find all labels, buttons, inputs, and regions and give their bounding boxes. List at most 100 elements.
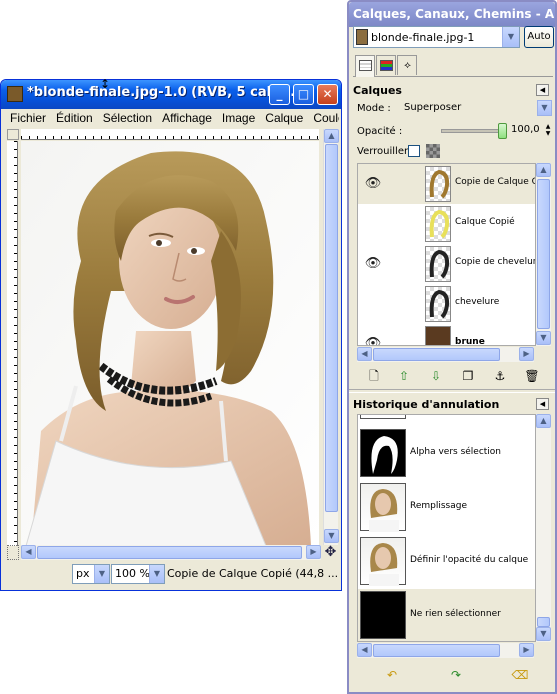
- redo-icon[interactable]: ↷: [447, 666, 465, 684]
- chevron-down-icon: ▼: [94, 565, 109, 583]
- menu-calque[interactable]: Calque: [260, 109, 308, 127]
- history-item[interactable]: Ne rien sélectionner: [358, 589, 535, 641]
- delete-layer-icon[interactable]: 🗑: [523, 367, 541, 385]
- lock-pixels-checkbox[interactable]: [408, 145, 420, 157]
- layer-row[interactable]: 👁 Copie de Calque C: [358, 164, 535, 204]
- horizontal-scroll-thumb[interactable]: [37, 546, 302, 559]
- image-window-titlebar[interactable]: *blonde-finale.jpg-1.0 (RVB, 5 calq... _…: [1, 80, 341, 109]
- tab-layers[interactable]: [355, 55, 375, 77]
- layer-name[interactable]: Calque Copié: [455, 217, 515, 227]
- menu-fichier[interactable]: Fichier: [5, 109, 51, 127]
- menu-affichage[interactable]: Affichage: [157, 109, 217, 127]
- close-button[interactable]: ✕: [317, 84, 338, 105]
- vertical-ruler[interactable]: [7, 141, 18, 546]
- resize-cursor-icon: ↕: [100, 77, 111, 91]
- history-item[interactable]: [358, 415, 535, 423]
- scroll-down-arrow-icon[interactable]: ▼: [324, 529, 339, 543]
- scroll-up-arrow-icon[interactable]: ▲: [536, 163, 551, 177]
- layers-vertical-scrollbar[interactable]: ▲ ▼: [536, 163, 551, 346]
- auto-button[interactable]: Auto: [524, 26, 554, 48]
- opacity-slider[interactable]: [441, 123, 507, 139]
- eye-icon[interactable]: 👁: [364, 176, 382, 192]
- menu-selection[interactable]: Sélection: [98, 109, 157, 127]
- eye-icon[interactable]: 👁: [364, 256, 382, 272]
- undo-icon[interactable]: ↶: [383, 666, 401, 684]
- tab-paths[interactable]: ⟡: [397, 55, 417, 75]
- scroll-right-arrow-icon[interactable]: ▶: [519, 643, 534, 657]
- eye-toggle-empty[interactable]: [364, 296, 382, 312]
- dock-titlebar[interactable]: Calques, Canaux, Chemins - An...: [349, 2, 555, 27]
- history-vertical-scrollbar[interactable]: ▲ ▼: [536, 414, 551, 642]
- anchor-layer-icon[interactable]: ⚓: [491, 367, 509, 385]
- image-vertical-scrollbar[interactable]: ▲ ▼: [323, 129, 339, 545]
- menu-edition[interactable]: Édition: [51, 109, 98, 127]
- lock-label: Verrouiller :: [357, 146, 415, 157]
- navigate-icon[interactable]: ✥: [323, 545, 338, 560]
- scroll-right-arrow-icon[interactable]: ▶: [306, 545, 321, 559]
- chevron-down-icon: ▼: [537, 100, 552, 116]
- eye-toggle-empty[interactable]: [364, 216, 382, 232]
- vertical-scroll-thumb[interactable]: [325, 144, 338, 512]
- layers-hscroll-thumb[interactable]: [373, 348, 500, 361]
- history-hscroll-thumb[interactable]: [373, 644, 500, 657]
- scroll-up-arrow-icon[interactable]: ▲: [324, 129, 339, 143]
- scroll-up-arrow-icon[interactable]: ▲: [536, 414, 551, 428]
- maximize-button[interactable]: □: [293, 84, 314, 105]
- image-select[interactable]: blonde-finale.jpg-1 ▼: [353, 26, 520, 48]
- raise-layer-icon[interactable]: ⇧: [395, 367, 413, 385]
- scroll-left-arrow-icon[interactable]: ◀: [357, 347, 372, 361]
- menu-couleurs[interactable]: Couleurs: [308, 109, 339, 127]
- layer-name[interactable]: Copie de Calque C: [455, 177, 535, 187]
- layer-name[interactable]: brune: [455, 337, 485, 345]
- panel-menu-icon[interactable]: ◀: [536, 398, 549, 410]
- tab-channels[interactable]: [376, 55, 396, 75]
- scroll-down-arrow-icon[interactable]: ▼: [536, 331, 551, 345]
- mode-value: Superposer: [404, 102, 462, 113]
- scroll-down-arrow-icon[interactable]: ▼: [536, 627, 551, 641]
- opacity-slider-knob[interactable]: [498, 123, 507, 139]
- panel-menu-icon[interactable]: ◀: [536, 84, 549, 96]
- image-canvas[interactable]: [21, 141, 319, 546]
- layer-row[interactable]: 👁 brune: [358, 324, 535, 345]
- rulers-corner-button[interactable]: [7, 129, 19, 140]
- lower-layer-icon[interactable]: ⇩: [427, 367, 445, 385]
- image-horizontal-scrollbar[interactable]: ◀ ▶: [21, 545, 321, 560]
- duplicate-layer-icon[interactable]: ❐: [459, 367, 477, 385]
- layers-list: 👁 Copie de Calque C Calque Copié 👁 Copie…: [357, 163, 536, 346]
- menu-image[interactable]: Image: [217, 109, 260, 127]
- new-layer-icon[interactable]: 🗋: [365, 367, 383, 385]
- layer-row[interactable]: chevelure: [358, 284, 535, 324]
- layer-toolbar: 🗋 ⇧ ⇩ ❐ ⚓ 🗑: [355, 365, 551, 387]
- layer-name[interactable]: chevelure: [455, 297, 499, 307]
- lock-alpha-icon[interactable]: [426, 144, 440, 158]
- opacity-spin-buttons[interactable]: ▲ ▼: [544, 123, 552, 137]
- clear-history-icon[interactable]: ⌫: [511, 666, 529, 684]
- history-item[interactable]: Remplissage: [358, 481, 535, 535]
- chevron-down-icon: ▼: [502, 27, 519, 47]
- mode-select[interactable]: Superposer ▼: [401, 100, 552, 118]
- layer-name[interactable]: Copie de chevelur: [455, 257, 535, 267]
- minimize-button[interactable]: _: [269, 84, 290, 105]
- layers-scroll-thumb[interactable]: [537, 179, 550, 329]
- layer-thumbnail: [425, 326, 451, 345]
- unit-select[interactable]: px ▼: [72, 564, 110, 584]
- quick-mask-toggle[interactable]: [7, 545, 19, 560]
- eye-icon[interactable]: 👁: [364, 336, 382, 345]
- opacity-value[interactable]: 100,0: [511, 124, 540, 135]
- history-item[interactable]: Alpha vers sélection: [358, 427, 535, 481]
- layer-row[interactable]: Calque Copié: [358, 204, 535, 244]
- portrait-photo: [21, 141, 319, 546]
- history-item[interactable]: Définir l'opacité du calque: [358, 535, 535, 589]
- scroll-left-arrow-icon[interactable]: ◀: [357, 643, 372, 657]
- scroll-right-arrow-icon[interactable]: ▶: [519, 347, 534, 361]
- history-scroll-thumb[interactable]: [537, 617, 550, 627]
- layers-horizontal-scrollbar[interactable]: ◀ ▶: [357, 347, 534, 362]
- layer-row[interactable]: 👁 Copie de chevelur: [358, 244, 535, 284]
- panel-separator[interactable]: [349, 389, 555, 393]
- image-statusbar: px ▼ 100 % ▼ Copie de Calque Copié (44,8…: [7, 564, 339, 586]
- scroll-left-arrow-icon[interactable]: ◀: [21, 545, 36, 559]
- history-horizontal-scrollbar[interactable]: ◀ ▶: [357, 643, 534, 658]
- gimp-image-icon: [7, 86, 23, 102]
- horizontal-ruler[interactable]: [21, 129, 319, 140]
- zoom-select[interactable]: 100 % ▼: [111, 564, 165, 584]
